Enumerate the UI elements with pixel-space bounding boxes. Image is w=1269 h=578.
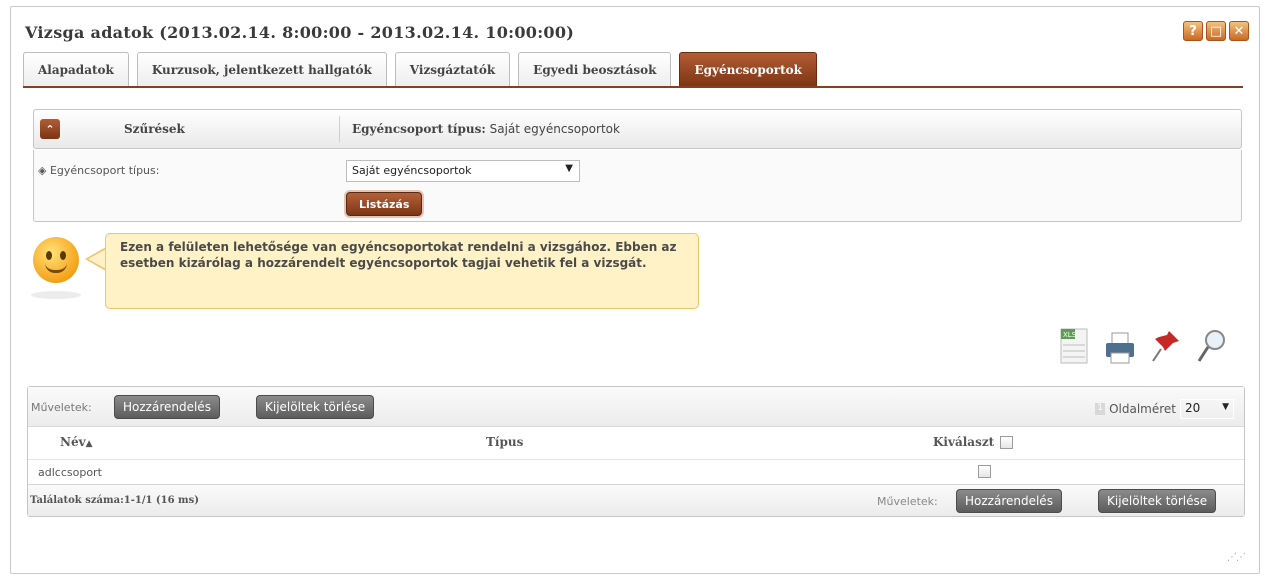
maximize-icon[interactable]: □ <box>1206 21 1226 41</box>
list-button[interactable]: Listázás <box>346 192 423 216</box>
dropdown-arrow-icon: ▼ <box>565 163 573 174</box>
result-count: Találatok száma:1-1/1 (16 ms) <box>30 495 199 506</box>
smiley-eye <box>46 251 52 260</box>
toolbar-icons: XLS <box>1057 327 1229 365</box>
svg-text:XLS: XLS <box>1063 331 1077 339</box>
row-checkbox[interactable] <box>978 465 991 478</box>
divider <box>339 116 340 142</box>
bubble-tail-inner <box>88 249 106 269</box>
sort-asc-icon: ▲ <box>85 439 93 449</box>
group-type-label: ◈ Egyéncsoport típus: <box>38 164 159 177</box>
tab-kurzusok[interactable]: Kurzusok, jelentkezett hallgatók <box>136 52 387 86</box>
diamond-icon: ◈ <box>38 164 50 177</box>
resize-grip-icon[interactable]: ⋰⋰ <box>1227 552 1246 563</box>
smiley-icon <box>33 237 79 283</box>
column-type[interactable]: Típus <box>486 435 523 449</box>
column-select: Kiválaszt <box>933 435 1014 449</box>
info-bubble: Ezen a felületen lehetősége van egyéncso… <box>105 233 699 309</box>
print-icon[interactable] <box>1103 327 1137 365</box>
footer-assign-button[interactable]: Hozzárendelés <box>956 489 1062 513</box>
page-size-label: Oldalméret <box>1109 402 1176 416</box>
page-size-control: 1 Oldalméret 20 ▼ <box>1095 399 1234 419</box>
filter-summary: Egyéncsoport típus: Saját egyéncsoportok <box>352 122 620 136</box>
pin-icon[interactable] <box>1149 327 1183 365</box>
grid-header: Név▲ Típus Kiválaszt <box>28 427 1244 457</box>
filter-summary-label: Egyéncsoport típus: <box>352 122 486 136</box>
group-type-label-text: Egyéncsoport típus: <box>49 164 160 177</box>
help-icon[interactable]: ? <box>1183 21 1203 41</box>
window-controls: ? □ ✕ <box>1183 21 1249 41</box>
groups-grid: Műveletek: Hozzárendelés Kijelöltek törl… <box>27 386 1245 517</box>
tab-egyencsoportok[interactable]: Egyéncsoportok <box>679 52 817 86</box>
select-all-checkbox[interactable] <box>1000 435 1014 449</box>
tab-underline <box>23 86 1243 88</box>
smiley-shadow <box>31 291 81 299</box>
grid-footer: Találatok száma:1-1/1 (16 ms) Műveletek:… <box>28 484 1244 516</box>
tab-bar: Alapadatok Kurzusok, jelentkezett hallga… <box>23 52 817 86</box>
column-name[interactable]: Név▲ <box>60 435 93 449</box>
exam-data-window: Vizsga adatok (2013.02.14. 8:00:00 - 201… <box>10 6 1260 574</box>
footer-delete-selected-button[interactable]: Kijelöltek törlése <box>1098 489 1217 513</box>
close-icon[interactable]: ✕ <box>1229 21 1249 41</box>
filter-summary-value: Saját egyéncsoportok <box>489 122 620 136</box>
smiley-mouth <box>45 263 67 273</box>
delete-selected-button[interactable]: Kijelöltek törlése <box>256 395 375 419</box>
footer-ops-label: Műveletek: <box>877 495 938 508</box>
table-row[interactable]: adlccsoport <box>28 459 1244 485</box>
page-number: 1 <box>1095 403 1106 415</box>
window-title: Vizsga adatok (2013.02.14. 8:00:00 - 201… <box>25 23 575 42</box>
grid-toolbar: Műveletek: Hozzárendelés Kijelöltek törl… <box>28 387 1244 427</box>
filter-body: ◈ Egyéncsoport típus: Saját egyéncsoport… <box>33 150 1242 222</box>
page-size-select[interactable]: 20 ▼ <box>1180 399 1234 419</box>
dropdown-arrow-icon: ▼ <box>1222 402 1229 412</box>
tab-vizsgaztatok[interactable]: Vizsgáztatók <box>394 52 511 86</box>
column-select-label: Kiválaszt <box>933 435 995 449</box>
smiley-eye <box>60 251 66 260</box>
xls-export-icon[interactable]: XLS <box>1057 327 1091 365</box>
group-type-select[interactable]: Saját egyéncsoportok ▼ <box>346 160 580 182</box>
ops-label: Műveletek: <box>31 401 92 414</box>
group-type-select-value: Saját egyéncsoportok <box>352 164 472 177</box>
filter-header: ⌃ Szűrések Egyéncsoport típus: Saját egy… <box>33 109 1242 149</box>
row-name: adlccsoport <box>38 466 102 479</box>
assign-button[interactable]: Hozzárendelés <box>114 395 220 419</box>
filter-title: Szűrések <box>124 122 185 136</box>
search-icon[interactable] <box>1195 327 1229 365</box>
column-name-label: Név <box>60 435 86 449</box>
tab-egyedi-beosztasok[interactable]: Egyedi beosztások <box>518 52 672 86</box>
page-size-value: 20 <box>1185 401 1201 415</box>
collapse-icon[interactable]: ⌃ <box>40 119 60 139</box>
tab-alapadatok[interactable]: Alapadatok <box>23 52 129 86</box>
